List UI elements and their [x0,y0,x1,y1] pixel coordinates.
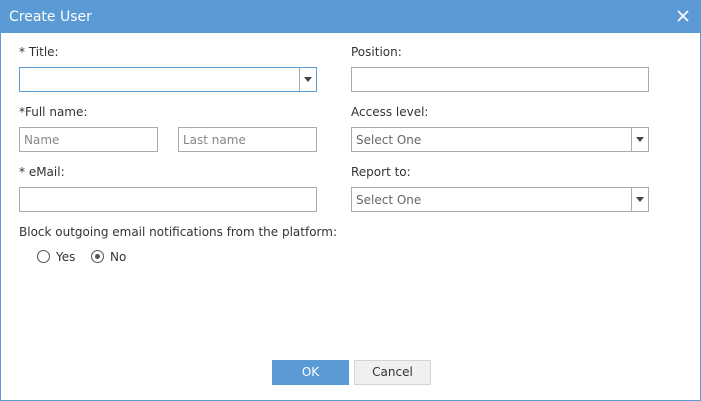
radio-yes-label[interactable]: Yes [56,249,75,265]
access-level-select[interactable]: Select One [351,127,649,152]
title-select-arrow[interactable] [299,68,316,91]
radio-no-selected-dot [95,254,100,259]
create-user-dialog: Create User * Title: *Full name: * eMail… [0,0,701,401]
title-label: * Title: [19,45,59,59]
cancel-button[interactable]: Cancel [354,360,431,385]
close-icon [677,10,689,22]
access-level-arrow[interactable] [631,128,648,151]
close-button[interactable] [672,5,694,27]
report-to-label: Report to: [351,165,411,179]
block-notifications-label: Block outgoing email notifications from … [19,225,337,239]
email-input[interactable] [19,187,317,212]
chevron-down-icon [636,137,644,142]
report-to-value: Select One [356,193,422,207]
last-name-input[interactable] [178,127,317,152]
access-level-label: Access level: [351,105,429,119]
radio-no-circle[interactable] [91,250,104,263]
ok-button[interactable]: OK [272,360,349,385]
chevron-down-icon [304,77,312,82]
access-level-value: Select One [356,133,422,147]
report-to-arrow[interactable] [631,188,648,211]
email-label: * eMail: [19,165,65,179]
dialog-title: Create User [9,9,92,25]
dialog-titlebar: Create User [1,1,700,33]
chevron-down-icon [636,197,644,202]
title-select[interactable] [19,67,317,92]
radio-yes-circle[interactable] [37,250,50,263]
position-label: Position: [351,45,402,59]
radio-no-label[interactable]: No [110,249,126,265]
full-name-label: *Full name: [19,105,88,119]
report-to-select[interactable]: Select One [351,187,649,212]
position-input[interactable] [351,67,649,92]
first-name-input[interactable] [19,127,158,152]
